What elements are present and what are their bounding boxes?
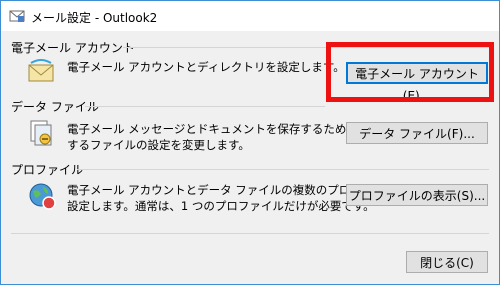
datafile-description-line2: するファイルの設定を変更します。 bbox=[67, 138, 250, 152]
footer-divider bbox=[11, 233, 489, 234]
highlight-box bbox=[326, 42, 494, 102]
mail-settings-dialog: メール設定 - Outlook2 電子メール アカウント 電子メール アカウント… bbox=[0, 0, 500, 285]
show-profiles-button[interactable]: プロファイルの表示(S)... bbox=[346, 184, 488, 206]
close-button[interactable]: 閉じる(C) bbox=[406, 251, 488, 273]
profile-description-line2: 設定します。通常は、1 つのプロファイルだけが必要です。 bbox=[67, 199, 375, 213]
envelope-icon bbox=[28, 59, 54, 82]
profile-globe-icon bbox=[29, 183, 56, 210]
data-file-icon bbox=[30, 120, 52, 146]
group-label-profile: プロファイル bbox=[11, 163, 84, 177]
window-title: メール設定 - Outlook2 bbox=[31, 11, 158, 25]
data-files-button[interactable]: データ ファイル(F)... bbox=[346, 122, 488, 144]
group-divider bbox=[77, 169, 489, 170]
email-description: 電子メール アカウントとディレクトリを設定します。 bbox=[67, 60, 345, 74]
group-label-email: 電子メール アカウント bbox=[11, 41, 135, 55]
group-divider bbox=[85, 106, 325, 107]
title-bar: メール設定 - Outlook2 bbox=[1, 1, 499, 31]
datafile-description-line1: 電子メール メッセージとドキュメントを保存するために使用 bbox=[67, 122, 381, 136]
mail-settings-icon bbox=[9, 10, 25, 22]
